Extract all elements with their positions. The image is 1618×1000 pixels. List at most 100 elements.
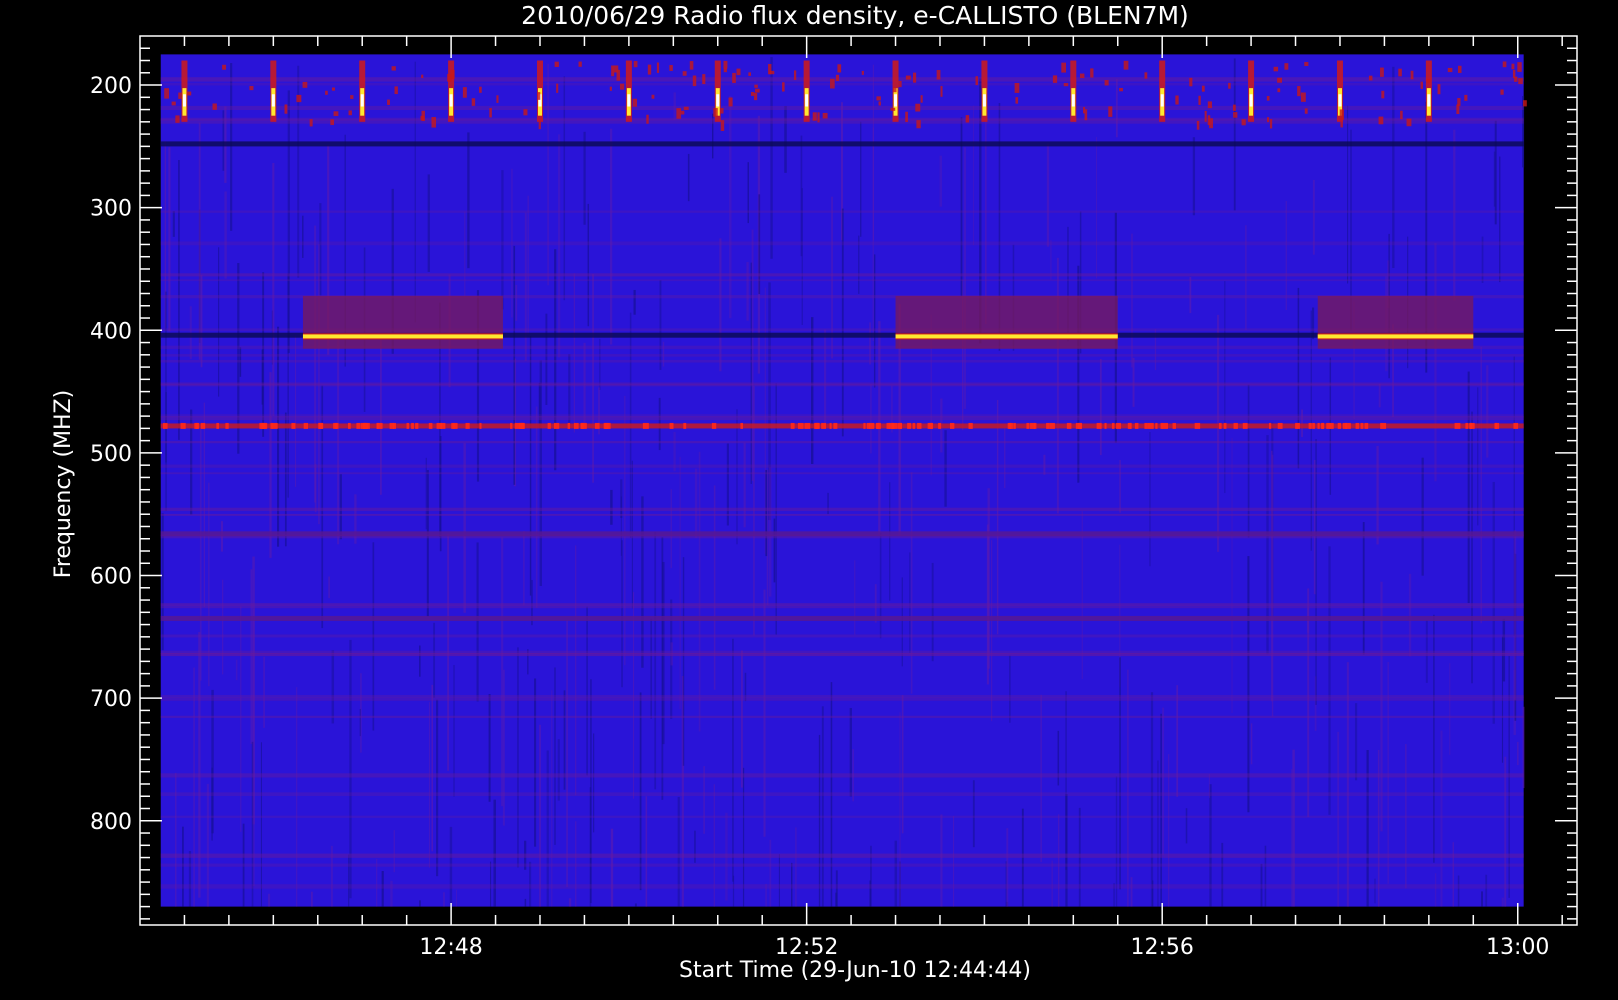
noise-streak bbox=[1285, 201, 1287, 310]
burst-speckle bbox=[556, 83, 559, 93]
band-speckle bbox=[272, 422, 278, 429]
noise-band bbox=[160, 279, 1524, 282]
noise-band bbox=[160, 241, 1524, 246]
burst-speckle bbox=[720, 108, 724, 114]
burst-speckle bbox=[702, 74, 706, 85]
band-speckle bbox=[1465, 422, 1469, 429]
noise-streak bbox=[972, 105, 975, 246]
noise-streak bbox=[694, 468, 698, 538]
burst-speckle bbox=[1079, 73, 1085, 79]
spectrogram-chart: 2010/06/29 Radio flux density, e-CALLIST… bbox=[51, 1, 1578, 983]
noise-streak bbox=[547, 63, 549, 286]
noise-streak bbox=[1266, 435, 1269, 655]
noise-streak bbox=[431, 684, 434, 852]
noise-streak bbox=[972, 780, 975, 848]
noise-streak bbox=[339, 474, 342, 540]
noise-streak bbox=[203, 402, 206, 607]
noise-streak bbox=[694, 830, 696, 863]
band-speckle bbox=[303, 422, 309, 429]
burst-speckle bbox=[1518, 78, 1523, 85]
burst-speckle bbox=[431, 117, 437, 128]
band-speckle bbox=[868, 422, 875, 429]
burst-speckle bbox=[333, 111, 339, 117]
noise-streak bbox=[1440, 730, 1443, 907]
noise-streak bbox=[654, 531, 657, 790]
burst-speckle bbox=[1381, 90, 1385, 99]
noise-band bbox=[160, 273, 1524, 277]
burst-speckle bbox=[1196, 120, 1200, 130]
burst-speckle bbox=[1368, 75, 1373, 81]
burst-speckle bbox=[613, 65, 619, 73]
noise-band bbox=[160, 815, 1524, 818]
band-speckle bbox=[406, 422, 410, 429]
burst-speckle bbox=[754, 92, 758, 101]
burst-speckle bbox=[878, 101, 881, 106]
noise-streak bbox=[620, 496, 622, 556]
burst-peak bbox=[360, 94, 364, 107]
emission-core bbox=[302, 334, 503, 339]
burst-speckle bbox=[837, 64, 842, 73]
band-speckle bbox=[428, 422, 433, 429]
burst-speckle bbox=[651, 94, 655, 99]
band-248 bbox=[160, 141, 1524, 147]
burst-speckle bbox=[1378, 116, 1384, 125]
burst-speckle bbox=[1090, 68, 1094, 78]
noise-streak bbox=[1065, 794, 1068, 907]
noise-streak bbox=[592, 273, 594, 483]
burst-speckle bbox=[1232, 104, 1236, 111]
burst-speckle bbox=[682, 71, 687, 76]
burst-speckle bbox=[1241, 119, 1246, 126]
noise-streak bbox=[835, 892, 838, 907]
noise-streak bbox=[222, 579, 224, 675]
burst-speckle bbox=[178, 92, 182, 99]
band-speckle bbox=[580, 422, 584, 429]
noise-streak bbox=[168, 147, 171, 332]
burst-speckle bbox=[1123, 60, 1129, 70]
burst-speckle bbox=[222, 64, 227, 70]
burst-speckle bbox=[1277, 88, 1281, 93]
burst-speckle bbox=[728, 97, 733, 107]
burst-speckle bbox=[1108, 106, 1113, 117]
noise-streak bbox=[188, 851, 192, 907]
noise-streak bbox=[463, 442, 466, 613]
noise-streak bbox=[436, 699, 439, 877]
burst-peak bbox=[182, 94, 186, 107]
band-speckle bbox=[1277, 422, 1283, 429]
noise-streak bbox=[449, 826, 453, 907]
burst-speckle bbox=[1233, 112, 1238, 118]
noise-streak bbox=[1095, 137, 1098, 279]
burst-speckle bbox=[1406, 118, 1412, 127]
burst-speckle bbox=[1273, 66, 1279, 72]
band-speckle bbox=[876, 422, 880, 429]
band-speckle bbox=[790, 422, 795, 429]
burst-speckle bbox=[1061, 62, 1067, 73]
noise-streak bbox=[587, 203, 590, 327]
noise-streak bbox=[502, 669, 505, 826]
noise-band bbox=[160, 414, 1524, 418]
burst-speckle bbox=[538, 121, 541, 130]
burst-speckle bbox=[212, 103, 217, 110]
noise-streak bbox=[277, 326, 280, 547]
noise-streak bbox=[1513, 530, 1517, 700]
noise-streak bbox=[189, 306, 192, 360]
burst-speckle bbox=[421, 74, 424, 79]
noise-streak bbox=[294, 334, 297, 487]
y-tick-label: 700 bbox=[90, 687, 132, 712]
noise-streak bbox=[349, 639, 352, 899]
noise-streak bbox=[433, 622, 436, 698]
noise-streak bbox=[419, 900, 421, 907]
noise-band bbox=[160, 210, 1524, 213]
noise-streak bbox=[1307, 588, 1310, 817]
band-speckle bbox=[259, 422, 265, 429]
burst-speckle bbox=[1228, 82, 1231, 89]
burst-speckle bbox=[1304, 62, 1309, 67]
noise-band bbox=[160, 472, 1524, 475]
noise-streak bbox=[464, 211, 466, 298]
burst-speckle bbox=[309, 119, 313, 127]
burst-speckle bbox=[633, 61, 638, 68]
band-speckle bbox=[1046, 422, 1050, 429]
band-speckle bbox=[194, 422, 200, 429]
noise-streak bbox=[769, 839, 772, 907]
band-speckle bbox=[200, 422, 206, 429]
noise-streak bbox=[489, 861, 492, 907]
